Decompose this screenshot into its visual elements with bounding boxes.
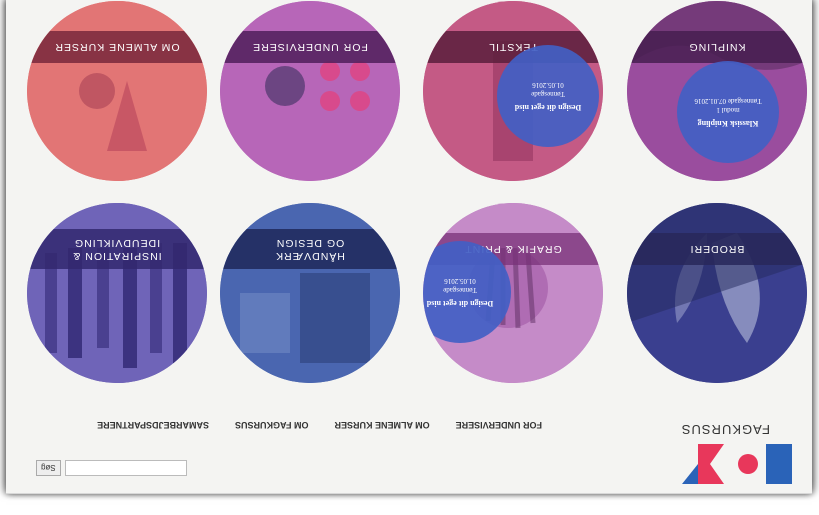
tile-broderi[interactable]: BRODERI	[627, 203, 807, 383]
page-top-border	[6, 493, 812, 494]
course-badge[interactable]: Design dit eget nisd Tønnesgade 01.05.20…	[497, 45, 599, 147]
course-badge[interactable]: Klassisk Knipling modul 1 Tønnesgade 07.…	[677, 61, 779, 163]
tile-title: OM ALMENE KURSER	[54, 41, 180, 54]
nav-item-om-almene-kurser[interactable]: OM ALMENE KURSER	[334, 420, 429, 430]
brand-logo[interactable]: FAGKURSUS	[666, 422, 806, 486]
tile-haandvaerk-design[interactable]: HÅNDVÆRK OG DESIGN	[220, 203, 400, 383]
nav-item-samarbejdspartnere[interactable]: SAMARBEJDSPARTNERE	[97, 420, 209, 430]
tile-label-band: FOR UNDERVISERE	[220, 31, 400, 63]
page-rotated-180: FAGKURSUS Søg FOR UNDERVISERE OM ALMENE …	[6, 0, 812, 494]
tile-title: HÅNDVÆRK OG DESIGN	[275, 237, 345, 262]
badge-date: Tønnesgade 07.01.2016	[694, 97, 762, 105]
tile-inspiration-ideudvikling[interactable]: INSPIRATION & IDEUDVIKLING	[27, 203, 207, 383]
badge-date: 01.05.2016	[444, 277, 476, 285]
badge-title: Klassisk Knipling	[697, 119, 759, 128]
search-input[interactable]	[64, 460, 187, 476]
tile-label-band: OM ALMENE KURSER	[27, 31, 207, 63]
child-crafts-photo-icon	[27, 1, 207, 181]
logo-mark-icon	[682, 444, 792, 484]
butterfly-embroidery-photo-icon	[627, 203, 807, 383]
badge-location: Tønnesgade	[531, 90, 565, 98]
tile-for-undervisere[interactable]: FOR UNDERVISERE	[220, 1, 400, 181]
badge-location: Tønnesgade	[443, 286, 477, 294]
tile-tekstil[interactable]: TEKSTIL Design dit eget nisd Tønnesgade …	[423, 1, 603, 181]
tile-title: KNIPLING	[688, 41, 746, 54]
brand-name: FAGKURSUS	[680, 422, 770, 437]
search-bar: Søg	[36, 460, 187, 476]
tile-title: BRODERI	[689, 243, 745, 256]
badge-title: Design dit eget nisd	[426, 299, 494, 308]
tile-title: INSPIRATION & IDEUDVIKLING	[72, 237, 162, 262]
tile-om-almene-kurser[interactable]: OM ALMENE KURSER	[27, 1, 207, 181]
tile-label-band: KNIPLING	[627, 31, 807, 63]
classroom-photo-icon	[220, 1, 400, 181]
tile-label-band: INSPIRATION & IDEUDVIKLING	[27, 229, 207, 269]
tile-title: FOR UNDERVISERE	[252, 41, 368, 54]
badge-location: modul 1	[716, 106, 740, 114]
badge-title: Design dit eget nisd	[514, 103, 582, 112]
badge-date: 01.05.2016	[532, 81, 564, 89]
nav-item-for-undervisere[interactable]: FOR UNDERVISERE	[456, 420, 542, 430]
search-button[interactable]: Søg	[36, 460, 61, 476]
tile-label-band: BRODERI	[627, 233, 807, 265]
tile-knipling[interactable]: KNIPLING Klassisk Knipling modul 1 Tønne…	[627, 1, 807, 181]
nav-item-om-fagkursus[interactable]: OM FAGKURSUS	[235, 420, 309, 430]
tile-label-band: HÅNDVÆRK OG DESIGN	[220, 229, 400, 269]
tile-grafik-print[interactable]: GRAFIK & PRINT Design dit eget nisd Tønn…	[423, 203, 603, 383]
main-nav: FOR UNDERVISERE OM ALMENE KURSER OM FAGK…	[97, 420, 542, 430]
